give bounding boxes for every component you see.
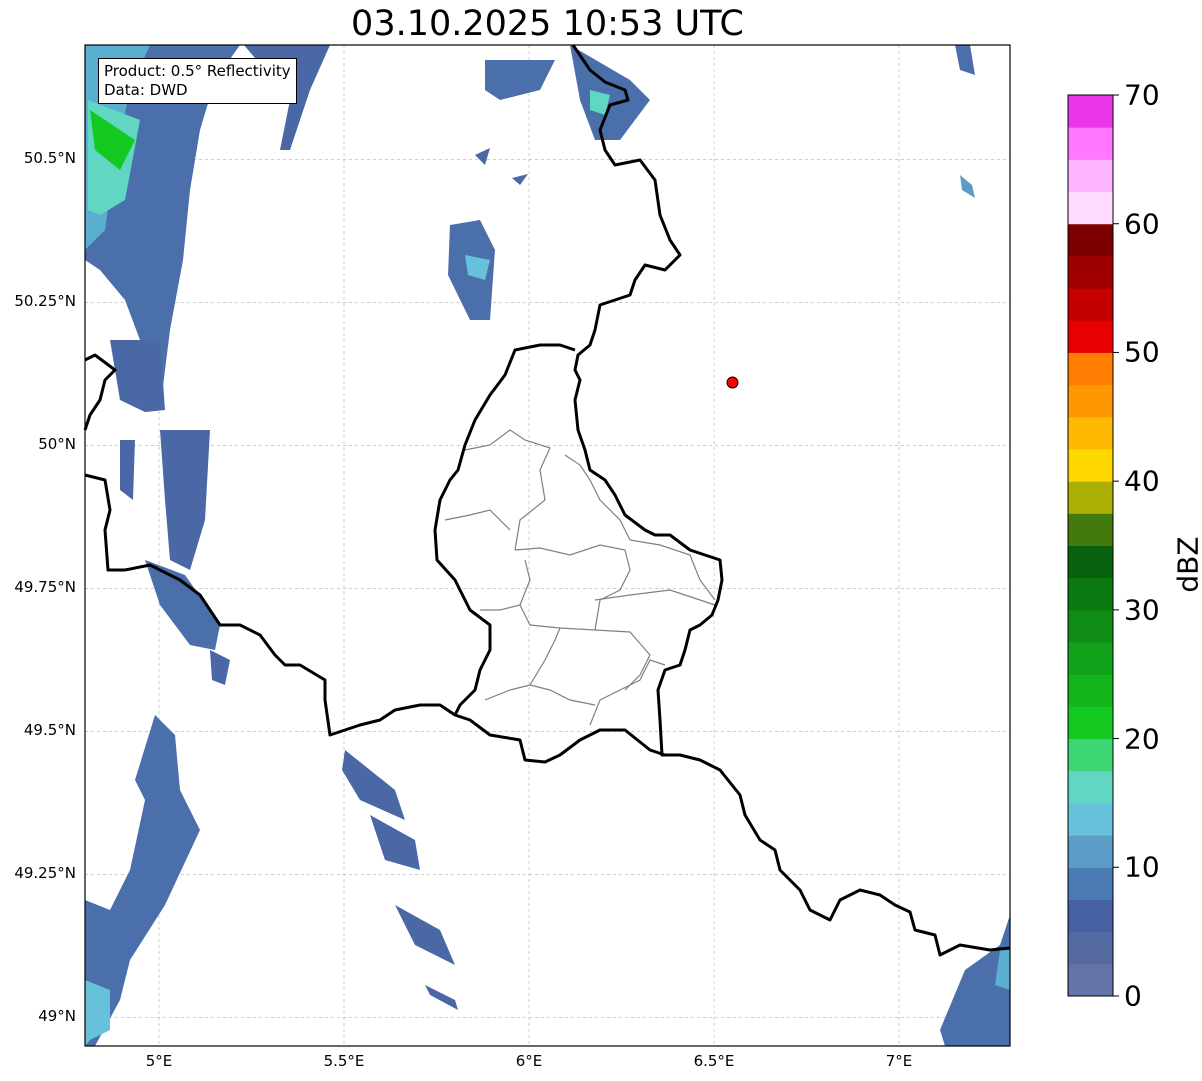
colorbar-label: dBZ xyxy=(1171,536,1202,593)
colorbar xyxy=(1067,94,1119,997)
product-info-box: Product: 0.5° Reflectivity Data: DWD xyxy=(98,58,297,104)
y-tick-label: 49.5°N xyxy=(23,721,76,740)
radar-map xyxy=(83,44,1119,1047)
colorbar-segment xyxy=(1068,674,1113,707)
y-tick-label: 50.25°N xyxy=(14,292,76,311)
colorbar-tick-label: 0 xyxy=(1124,979,1142,1013)
colorbar-segment xyxy=(1068,448,1113,482)
colorbar-segment xyxy=(1068,931,1113,965)
colorbar-segment xyxy=(1068,416,1113,450)
colorbar-segment xyxy=(1068,352,1113,386)
colorbar-segment xyxy=(1068,738,1113,772)
colorbar-segment xyxy=(1068,255,1113,289)
x-tick-label: 6°E xyxy=(515,1052,543,1070)
colorbar-segment xyxy=(1068,835,1113,868)
colorbar-segment xyxy=(1068,95,1113,128)
x-tick-label: 6.5°E xyxy=(693,1052,735,1070)
colorbar-tick-label: 30 xyxy=(1124,593,1160,627)
colorbar-segment xyxy=(1068,481,1113,514)
colorbar-segment xyxy=(1068,577,1113,611)
colorbar-tick-label: 60 xyxy=(1124,207,1160,241)
colorbar-segment xyxy=(1068,384,1113,418)
colorbar-segment xyxy=(1068,642,1113,675)
x-tick-label: 7°E xyxy=(885,1052,913,1070)
y-tick-label: 49.75°N xyxy=(14,578,76,597)
colorbar-segment xyxy=(1068,609,1113,643)
y-tick-label: 50°N xyxy=(38,435,76,454)
colorbar-segment xyxy=(1068,867,1113,900)
colorbar-segment xyxy=(1068,288,1113,321)
x-tick-label: 5.5°E xyxy=(323,1052,365,1070)
colorbar-tick-label: 10 xyxy=(1124,850,1160,884)
data-source-label: Data: DWD xyxy=(104,81,188,99)
colorbar-segment xyxy=(1068,513,1113,546)
product-label: Product: 0.5° Reflectivity xyxy=(104,62,291,80)
colorbar-segment xyxy=(1068,899,1113,933)
colorbar-segment xyxy=(1068,770,1113,804)
colorbar-segment xyxy=(1068,191,1113,225)
location-marker xyxy=(726,376,739,389)
y-tick-label: 49.25°N xyxy=(14,864,76,883)
colorbar-segment xyxy=(1068,545,1113,579)
colorbar-segment xyxy=(1068,223,1113,257)
colorbar-tick-label: 50 xyxy=(1124,335,1160,369)
colorbar-tick-label: 40 xyxy=(1124,464,1160,498)
y-tick-label: 49°N xyxy=(38,1007,76,1026)
colorbar-segment xyxy=(1068,320,1113,353)
colorbar-tick-label: 20 xyxy=(1124,722,1160,756)
x-tick-label: 5°E xyxy=(145,1052,173,1070)
colorbar-segment xyxy=(1068,963,1113,997)
colorbar-segment xyxy=(1068,159,1113,193)
colorbar-tick-label: 70 xyxy=(1124,78,1160,112)
colorbar-segment xyxy=(1068,127,1113,160)
colorbar-segment xyxy=(1068,706,1113,740)
colorbar-segment xyxy=(1068,802,1113,836)
y-tick-label: 50.5°N xyxy=(23,149,76,168)
